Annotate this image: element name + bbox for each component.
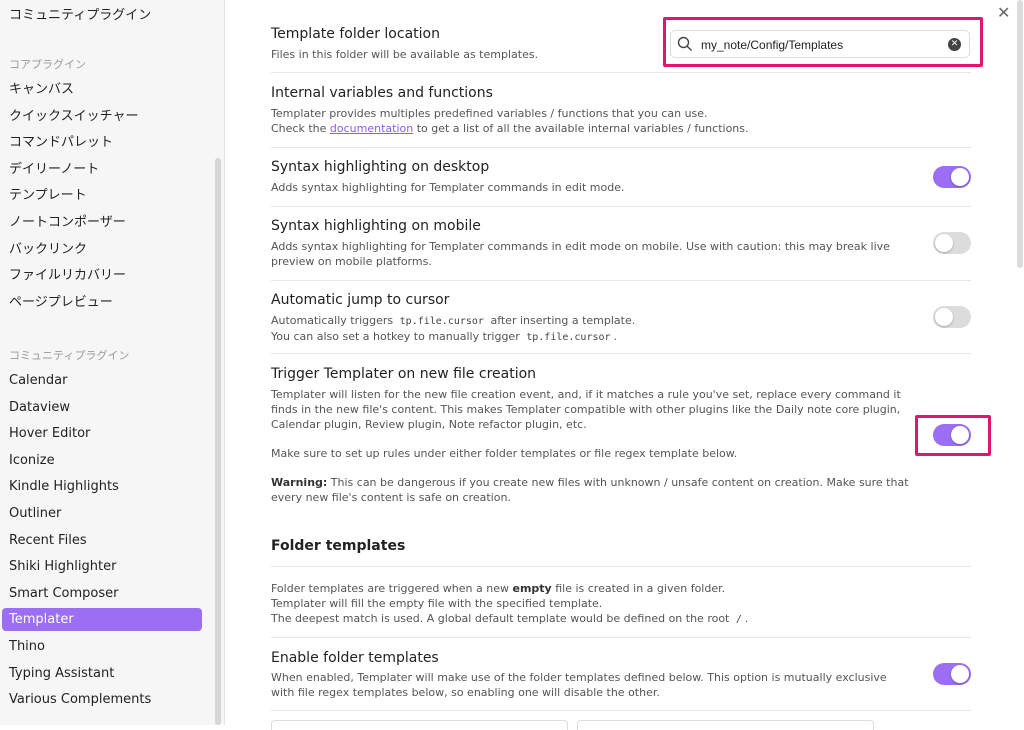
divider: [271, 637, 971, 638]
toggle-knob: [951, 168, 969, 186]
warning-text: This can be dangerous if you create new …: [271, 476, 909, 504]
syntax-desktop-toggle[interactable]: [933, 166, 971, 188]
divider: [271, 280, 971, 281]
divider: [271, 566, 971, 567]
trigger-new-file-desc: Templater will listen for the new file c…: [271, 388, 901, 431]
sidebar-item-ノートコンポーザー[interactable]: ノートコンポーザー: [2, 211, 202, 234]
sidebar-item-templater[interactable]: Templater: [2, 608, 202, 632]
sidebar-item-shiki-highlighter[interactable]: Shiki Highlighter: [2, 555, 202, 578]
sidebar-scrollbar[interactable]: [215, 158, 221, 725]
syntax-desktop-desc: Adds syntax highlighting for Templater c…: [271, 181, 625, 194]
close-icon[interactable]: ✕: [997, 3, 1010, 22]
sidebar-item-thino[interactable]: Thino: [2, 635, 202, 658]
divider: [271, 72, 971, 73]
code-snippet: tp.file.cursor: [399, 316, 484, 327]
sidebar-item-outliner[interactable]: Outliner: [2, 502, 202, 525]
internal-vars-desc-line1: Templater provides multiples predefined …: [271, 107, 708, 120]
code-snippet: tp.file.cursor: [526, 332, 611, 343]
sidebar-item-kindle-highlights[interactable]: Kindle Highlights: [2, 475, 202, 498]
internal-vars-title: Internal variables and functions: [271, 85, 493, 101]
sidebar-item-コマンドパレット[interactable]: コマンドパレット: [2, 131, 202, 154]
folder-templates-desc: Folder templates are triggered when a ne…: [271, 581, 748, 627]
sidebar-group-core: コアプラグイン: [9, 58, 86, 71]
desc-text: after inserting a template.: [486, 314, 636, 327]
trigger-new-file-title: Trigger Templater on new file creation: [271, 366, 537, 382]
sidebar-item-calendar[interactable]: Calendar: [2, 369, 202, 392]
internal-vars-desc-line2: Check the documentation to get a list of…: [271, 121, 749, 136]
folder-templates-desc-line1: Folder templates are triggered when a ne…: [271, 581, 748, 596]
sidebar-item-iconize[interactable]: Iconize: [2, 449, 202, 472]
sidebar-item-recent-files[interactable]: Recent Files: [2, 529, 202, 552]
enable-folder-templates-title: Enable folder templates: [271, 650, 439, 666]
syntax-desktop-title: Syntax highlighting on desktop: [271, 159, 490, 175]
desc-text: The deepest match is used. A global defa…: [271, 612, 733, 625]
divider: [271, 353, 971, 354]
sidebar-item-ファイルリカバリー[interactable]: ファイルリカバリー: [2, 264, 202, 287]
desc-text: .: [744, 612, 749, 625]
sidebar-item-smart-composer[interactable]: Smart Composer: [2, 582, 202, 605]
toggle-knob: [951, 665, 969, 683]
folder-templates-heading: Folder templates: [271, 538, 406, 554]
sidebar-item-various-complements[interactable]: Various Complements: [2, 688, 202, 711]
sidebar-item-テンプレート[interactable]: テンプレート: [2, 184, 202, 207]
desc-text: You can also set a hotkey to manually tr…: [271, 330, 524, 343]
divider: [271, 206, 971, 207]
code-snippet: /: [735, 614, 742, 625]
sidebar-item-キャンバス[interactable]: キャンバス: [2, 78, 202, 101]
sidebar-item-ページプレビュー[interactable]: ページプレビュー: [2, 291, 202, 314]
highlight-box-toggle: [915, 415, 991, 456]
template-folder-title: Template folder location: [271, 26, 440, 42]
trigger-new-file-note: Make sure to set up rules under either f…: [271, 447, 738, 460]
folder-templates-desc-line3: The deepest match is used. A global defa…: [271, 611, 748, 627]
trigger-new-file-warning: Warning: This can be dangerous if you cr…: [271, 475, 911, 505]
desc-text: to get a list of all the available inter…: [413, 122, 749, 135]
enable-folder-templates-desc: When enabled, Templater will make use of…: [271, 671, 887, 699]
main-scrollbar[interactable]: [1017, 0, 1023, 268]
sidebar-item-バックリンク[interactable]: バックリンク: [2, 238, 202, 261]
desc-text: Automatically triggers: [271, 314, 397, 327]
desc-bold: empty: [512, 582, 552, 595]
folder-templates-desc-line2: Templater will fill the empty file with …: [271, 597, 603, 610]
auto-jump-desc: Automatically triggers tp.file.cursor af…: [271, 313, 635, 345]
sidebar-item-typing-assistant[interactable]: Typing Assistant: [2, 662, 202, 685]
auto-jump-desc-line1: Automatically triggers tp.file.cursor af…: [271, 313, 635, 329]
desc-text: Check the: [271, 122, 330, 135]
auto-jump-title: Automatic jump to cursor: [271, 292, 450, 308]
enable-folder-templates-toggle[interactable]: [933, 663, 971, 685]
syntax-mobile-title: Syntax highlighting on mobile: [271, 218, 481, 234]
highlight-box-folder: [663, 17, 983, 67]
warning-label: Warning:: [271, 476, 328, 489]
folder-input-partial[interactable]: [271, 720, 568, 730]
auto-jump-desc-line2: You can also set a hotkey to manually tr…: [271, 329, 635, 345]
sidebar-top-label[interactable]: コミュニティプラグイン: [9, 4, 151, 23]
desc-text: .: [613, 330, 618, 343]
sidebar-item-クイックスイッチャー[interactable]: クイックスイッチャー: [2, 105, 202, 128]
syntax-mobile-toggle[interactable]: [933, 232, 971, 254]
sidebar-group-community: コミュニティプラグイン: [9, 349, 130, 362]
internal-vars-desc: Templater provides multiples predefined …: [271, 106, 749, 136]
divider: [271, 710, 971, 711]
desc-text: file is created in a given folder.: [551, 582, 726, 595]
desc-text: Folder templates are triggered when a ne…: [271, 582, 513, 595]
syntax-mobile-desc: Adds syntax highlighting for Templater c…: [271, 240, 890, 268]
settings-sidebar: コミュニティプラグイン コアプラグイン キャンバスクイックスイッチャー コマンドパ…: [0, 0, 225, 725]
auto-jump-toggle[interactable]: [933, 306, 971, 328]
sidebar-item-hover-editor[interactable]: Hover Editor: [2, 422, 202, 445]
template-folder-desc: Files in this folder will be available a…: [271, 48, 539, 61]
template-input-partial[interactable]: [577, 720, 874, 730]
sidebar-item-デイリーノート[interactable]: デイリーノート: [2, 158, 202, 181]
toggle-knob: [935, 308, 953, 326]
sidebar-item-dataview[interactable]: Dataview: [2, 396, 202, 419]
documentation-link[interactable]: documentation: [330, 122, 413, 135]
divider: [271, 147, 971, 148]
toggle-knob: [935, 234, 953, 252]
